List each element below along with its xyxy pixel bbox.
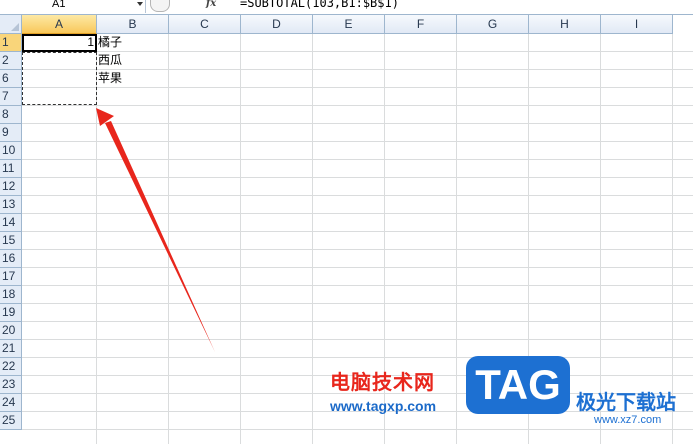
arrow-shaft [105,121,215,352]
tag-logo: TAG [466,356,570,414]
watermark-site-name: 电脑技术网 [330,370,435,394]
watermark-brand-name: 极光下载站 [576,390,676,414]
watermark-site-url: www.tagxp.com [330,398,437,414]
watermark-brand-url: www.xz7.com [594,414,662,426]
